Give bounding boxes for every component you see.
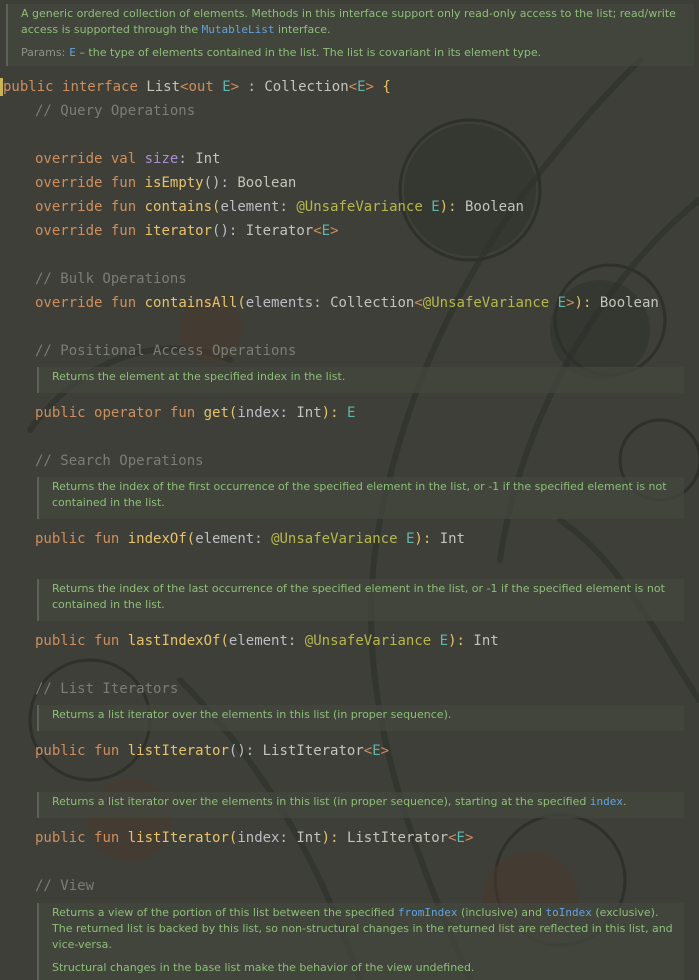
code-line-get[interactable]: public operator fun get(index: Int): E — [35, 403, 355, 423]
code-line-containsall[interactable]: override fun containsAll(elements: Colle… — [35, 293, 659, 313]
doc-sublist: Returns a view of the portion of this li… — [37, 903, 684, 980]
doc-list-interface: A generic ordered collection of elements… — [6, 4, 694, 66]
comment-list-iterators[interactable]: // List Iterators — [35, 679, 178, 699]
comment-positional-access[interactable]: // Positional Access Operations — [35, 341, 296, 361]
code-line-size[interactable]: override val size: Int — [35, 149, 220, 169]
doc-link-mutablelist[interactable]: MutableList — [202, 23, 275, 36]
code-editor[interactable]: A generic ordered collection of elements… — [0, 0, 699, 980]
doc-code-fromindex: fromIndex — [397, 906, 458, 919]
comment-bulk-operations[interactable]: // Bulk Operations — [35, 269, 187, 289]
doc-code-toindex: toIndex — [545, 906, 592, 919]
doc-get: Returns the element at the specified ind… — [37, 367, 684, 393]
doc-lastindexof: Returns the index of the last occurrence… — [37, 579, 684, 621]
code-line-contains[interactable]: override fun contains(element: @UnsafeVa… — [35, 197, 524, 217]
doc-paragraph: A generic ordered collection of elements… — [21, 7, 676, 36]
comment-search-operations[interactable]: // Search Operations — [35, 451, 204, 471]
code-line-declaration[interactable]: public interface List<out E> : Collectio… — [3, 77, 391, 97]
doc-params: Params: E – the type of elements containe… — [21, 46, 542, 59]
doc-listiterator: Returns a list iterator over the element… — [37, 705, 684, 731]
doc-listiterator-index: Returns a list iterator over the element… — [37, 792, 684, 818]
comment-query-operations[interactable]: // Query Operations — [35, 101, 195, 121]
code-line-lastindexof[interactable]: public fun lastIndexOf(element: @UnsafeV… — [35, 631, 499, 651]
code-line-iterator[interactable]: override fun iterator(): Iterator<E> — [35, 221, 339, 241]
comment-view[interactable]: // View — [35, 876, 94, 896]
doc-code-index: index — [589, 795, 623, 808]
doc-indexof: Returns the index of the first occurrenc… — [37, 477, 684, 519]
code-line-indexof[interactable]: public fun indexOf(element: @UnsafeVaria… — [35, 529, 465, 549]
doc-paragraph-2: Structural changes in the base list make… — [52, 961, 475, 974]
code-line-listiterator[interactable]: public fun listIterator(): ListIterator<… — [35, 741, 389, 761]
code-line-listiterator-index[interactable]: public fun listIterator(index: Int): Lis… — [35, 828, 473, 848]
doc-paragraph: Returns a view of the portion of this li… — [52, 906, 673, 951]
code-line-isempty[interactable]: override fun isEmpty(): Boolean — [35, 173, 296, 193]
